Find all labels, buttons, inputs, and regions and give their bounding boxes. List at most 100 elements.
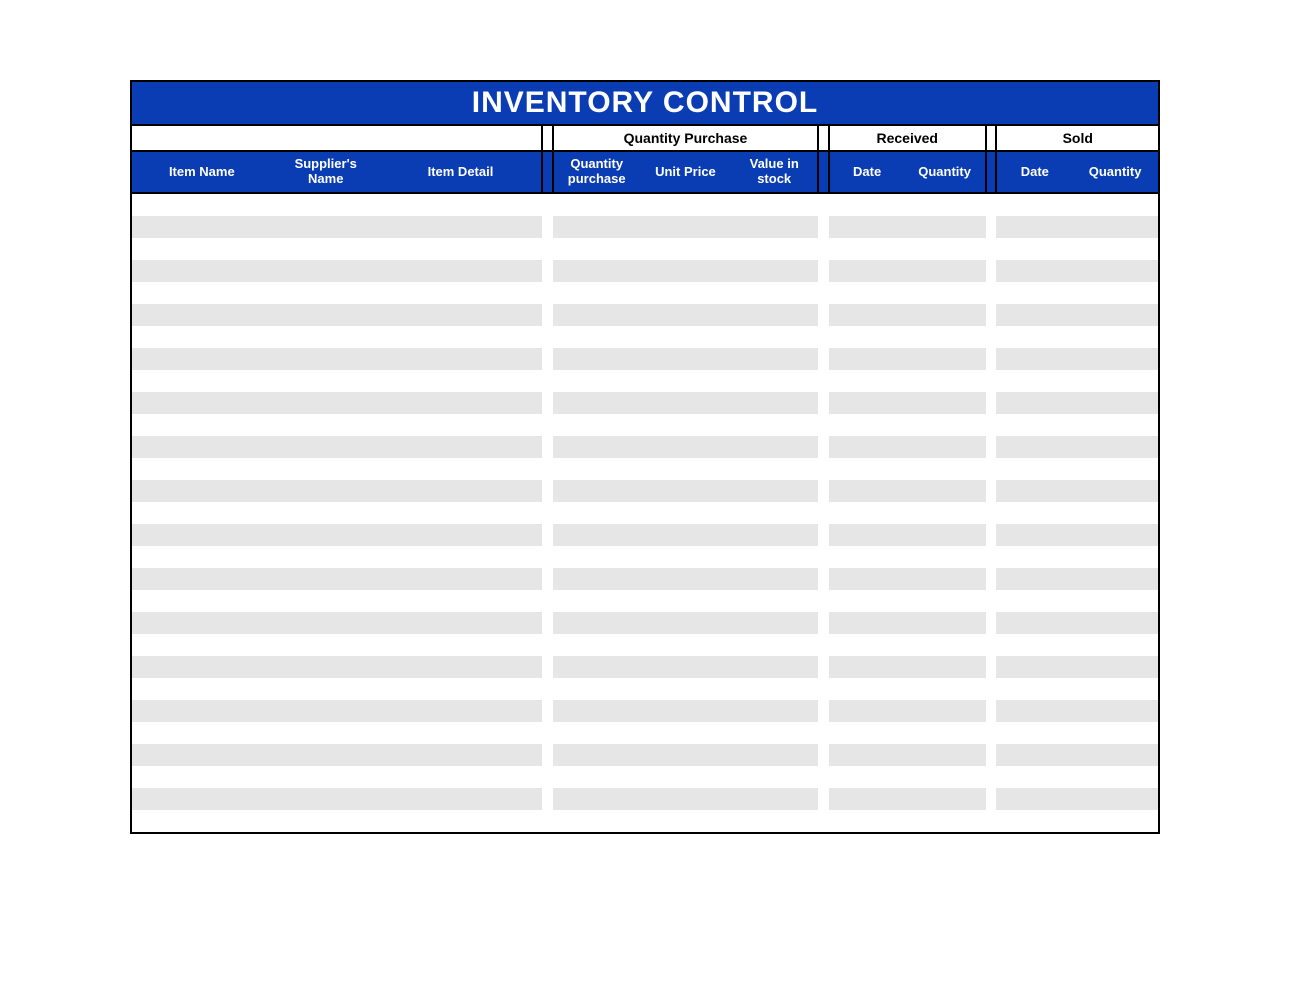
cell-item-detail [380, 810, 542, 833]
cell-quantity-purchase [553, 392, 640, 414]
cell-item-detail [380, 524, 542, 546]
cell-unit-price [639, 568, 731, 590]
cell-sold-date [996, 304, 1072, 326]
cell-sold-date [996, 193, 1072, 216]
cell-sold-date [996, 788, 1072, 810]
cell-quantity-purchase [553, 788, 640, 810]
cell-gap [986, 700, 997, 722]
cell-quantity-purchase [553, 524, 640, 546]
cell-gap [986, 678, 997, 700]
cell-suppliers-name [272, 590, 380, 612]
cell-gap [986, 216, 997, 238]
cell-received-quantity [905, 568, 986, 590]
cell-sold-date [996, 568, 1072, 590]
cell-quantity-purchase [553, 480, 640, 502]
cell-received-date [829, 238, 905, 260]
cell-gap [542, 260, 553, 282]
group-sold: Sold [996, 125, 1159, 151]
cell-item-name [131, 436, 272, 458]
cell-unit-price [639, 370, 731, 392]
cell-sold-quantity [1072, 216, 1159, 238]
cell-value-in-stock [731, 480, 818, 502]
cell-gap [986, 524, 997, 546]
table-row [131, 722, 1159, 744]
cell-value-in-stock [731, 304, 818, 326]
cell-quantity-purchase [553, 722, 640, 744]
cell-unit-price [639, 634, 731, 656]
cell-value-in-stock [731, 524, 818, 546]
cell-received-quantity [905, 590, 986, 612]
cell-received-quantity [905, 656, 986, 678]
cell-item-name [131, 788, 272, 810]
cell-unit-price [639, 414, 731, 436]
cell-suppliers-name [272, 810, 380, 833]
cell-unit-price [639, 260, 731, 282]
cell-gap [818, 744, 829, 766]
cell-sold-quantity [1072, 458, 1159, 480]
cell-sold-quantity [1072, 480, 1159, 502]
cell-received-quantity [905, 546, 986, 568]
cell-gap [986, 744, 997, 766]
cell-item-name [131, 348, 272, 370]
cell-quantity-purchase [553, 744, 640, 766]
table-row [131, 678, 1159, 700]
cell-gap [818, 634, 829, 656]
col-sold-quantity: Quantity [1072, 151, 1159, 193]
cell-item-name [131, 568, 272, 590]
cell-sold-date [996, 766, 1072, 788]
cell-received-date [829, 326, 905, 348]
cell-sold-date [996, 678, 1072, 700]
cell-sold-quantity [1072, 370, 1159, 392]
cell-received-quantity [905, 238, 986, 260]
cell-item-name [131, 722, 272, 744]
cell-item-detail [380, 744, 542, 766]
inventory-body [131, 193, 1159, 833]
cell-unit-price [639, 678, 731, 700]
cell-gap [818, 700, 829, 722]
cell-unit-price [639, 238, 731, 260]
cell-quantity-purchase [553, 634, 640, 656]
cell-value-in-stock [731, 370, 818, 392]
cell-gap [542, 458, 553, 480]
cell-item-detail [380, 436, 542, 458]
cell-unit-price [639, 304, 731, 326]
cell-gap [986, 348, 997, 370]
cell-value-in-stock [731, 260, 818, 282]
cell-received-quantity [905, 788, 986, 810]
cell-item-detail [380, 502, 542, 524]
cell-gap [986, 546, 997, 568]
cell-gap [986, 766, 997, 788]
cell-item-detail [380, 458, 542, 480]
cell-received-quantity [905, 304, 986, 326]
cell-gap [818, 304, 829, 326]
cell-sold-quantity [1072, 414, 1159, 436]
cell-sold-quantity [1072, 744, 1159, 766]
table-row [131, 766, 1159, 788]
table-row [131, 502, 1159, 524]
cell-quantity-purchase [553, 656, 640, 678]
cell-item-name [131, 546, 272, 568]
cell-gap [818, 590, 829, 612]
cell-sold-date [996, 216, 1072, 238]
cell-unit-price [639, 480, 731, 502]
cell-suppliers-name [272, 370, 380, 392]
cell-gap [986, 502, 997, 524]
cell-gap [542, 788, 553, 810]
cell-suppliers-name [272, 568, 380, 590]
cell-sold-date [996, 436, 1072, 458]
cell-gap [986, 193, 997, 216]
cell-gap [818, 502, 829, 524]
table-row [131, 656, 1159, 678]
table-row [131, 524, 1159, 546]
cell-sold-quantity [1072, 656, 1159, 678]
cell-sold-date [996, 282, 1072, 304]
table-row [131, 216, 1159, 238]
col-gap [818, 151, 829, 193]
cell-suppliers-name [272, 392, 380, 414]
cell-sold-quantity [1072, 282, 1159, 304]
cell-received-quantity [905, 810, 986, 833]
cell-item-detail [380, 546, 542, 568]
cell-gap [986, 722, 997, 744]
col-received-quantity: Quantity [905, 151, 986, 193]
cell-sold-quantity [1072, 678, 1159, 700]
